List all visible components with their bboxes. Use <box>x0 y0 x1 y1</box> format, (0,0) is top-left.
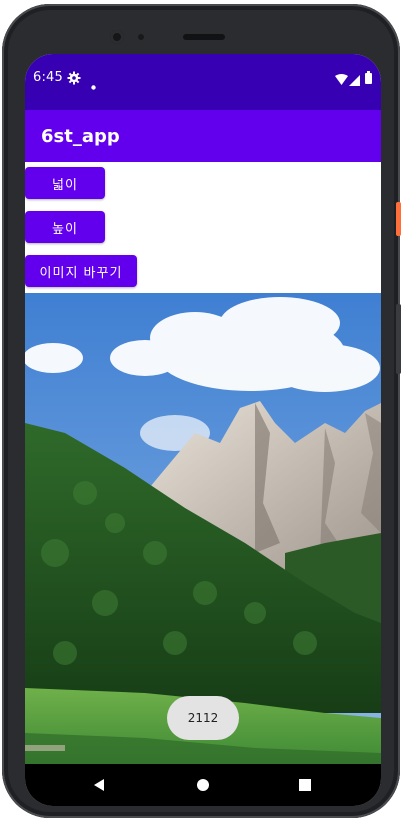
gear-icon <box>67 70 81 89</box>
width-button[interactable]: 넓이 <box>25 167 105 199</box>
phone-frame: 6:45 6st_app 넓이 높이 이미지 바꾸기 2112 <box>2 4 401 818</box>
back-icon <box>94 779 104 791</box>
battery-icon <box>365 69 372 88</box>
earpiece-speaker <box>183 34 225 40</box>
status-time: 6:45 <box>33 70 63 85</box>
width-button-label: 넓이 <box>52 177 78 193</box>
volume-button[interactable] <box>396 304 401 374</box>
back-button[interactable] <box>69 764 129 806</box>
status-bar: 6:45 <box>25 54 381 110</box>
cellular-signal-icon <box>349 71 360 90</box>
change-image-button-label: 이미지 바꾸기 <box>39 265 123 281</box>
phone-screen: 6:45 6st_app 넓이 높이 이미지 바꾸기 2112 <box>25 54 381 806</box>
notification-dot-icon <box>91 75 96 94</box>
recents-button[interactable] <box>275 764 335 806</box>
change-image-button[interactable]: 이미지 바꾸기 <box>25 255 137 287</box>
height-button-label: 높이 <box>52 221 78 237</box>
toast-text: 2112 <box>187 711 219 725</box>
mountain-landscape-image <box>25 293 381 764</box>
front-camera <box>110 30 124 44</box>
recents-icon <box>299 779 311 791</box>
power-button[interactable] <box>396 202 401 236</box>
sensor-dot <box>138 34 144 40</box>
app-title: 6st_app <box>41 126 120 147</box>
wifi-icon <box>335 71 348 90</box>
navigation-bar <box>25 764 381 806</box>
height-button[interactable]: 높이 <box>25 211 105 243</box>
home-button[interactable] <box>173 764 233 806</box>
app-bar: 6st_app <box>25 110 381 162</box>
toast-message: 2112 <box>167 696 239 740</box>
home-icon <box>197 779 209 791</box>
